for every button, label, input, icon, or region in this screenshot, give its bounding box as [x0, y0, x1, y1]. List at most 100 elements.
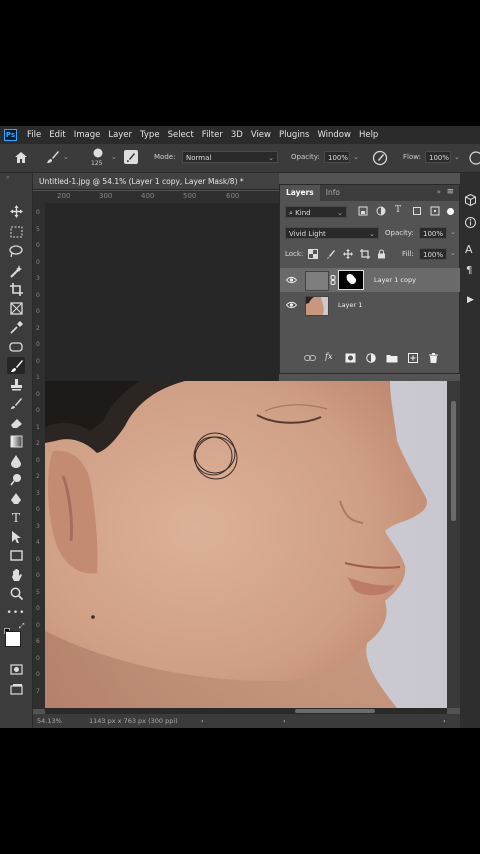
zoom-level[interactable]: 54.13%	[37, 717, 62, 725]
chain-link-icon[interactable]	[330, 275, 336, 287]
quick-mask-icon[interactable]	[7, 661, 25, 678]
dodge-tool-icon[interactable]	[7, 471, 25, 488]
panel-menu-icon[interactable]: ≡	[446, 187, 454, 197]
filter-pixel-icon[interactable]	[358, 206, 368, 218]
eyedropper-tool-icon[interactable]	[7, 319, 25, 336]
menu-filter[interactable]: Filter	[198, 130, 227, 140]
flow-field[interactable]: 100%	[425, 151, 451, 163]
menu-select[interactable]: Select	[164, 130, 198, 140]
spot-healing-tool-icon[interactable]	[7, 338, 25, 355]
new-layer-icon[interactable]	[408, 353, 418, 365]
filter-adjustment-icon[interactable]	[376, 206, 386, 218]
brush-settings-icon[interactable]	[124, 150, 138, 164]
menu-edit[interactable]: Edit	[45, 130, 69, 140]
lock-image-pixels-icon[interactable]	[326, 249, 336, 261]
brush-tool-icon-active[interactable]	[7, 357, 25, 374]
brush-tool-icon[interactable]	[46, 150, 60, 166]
add-mask-icon[interactable]	[345, 353, 356, 365]
new-group-icon[interactable]	[386, 353, 398, 365]
clone-stamp-tool-icon[interactable]	[7, 376, 25, 393]
menu-plugins[interactable]: Plugins	[275, 130, 313, 140]
fill-field[interactable]: 100%	[419, 248, 447, 260]
lock-all-icon[interactable]	[377, 249, 386, 261]
trash-icon[interactable]	[429, 353, 438, 365]
marquee-tool-icon[interactable]	[7, 223, 25, 240]
zoom-tool-icon[interactable]	[7, 585, 25, 602]
status-scroll-right-icon[interactable]: ›	[443, 717, 446, 725]
visibility-eye-icon[interactable]	[285, 276, 298, 286]
actions-panel-icon[interactable]: ▶	[467, 295, 474, 305]
opacity-chevron-icon[interactable]: ⌄	[353, 153, 359, 161]
lock-artboard-icon[interactable]	[360, 249, 370, 261]
more-tools-icon[interactable]: •••	[7, 604, 25, 621]
menu-image[interactable]: Image	[70, 130, 105, 140]
swap-colors-icon[interactable]: ⤢	[19, 622, 25, 631]
paragraph-panel-icon[interactable]: ¶	[466, 265, 472, 276]
tab-info[interactable]: Info	[320, 185, 346, 201]
opacity-field[interactable]: 100%	[324, 151, 350, 163]
layer-mask-thumbnail[interactable]	[338, 270, 364, 290]
filter-toggle-icon[interactable]	[447, 208, 454, 215]
type-tool-icon[interactable]: T	[7, 509, 25, 526]
lock-position-icon[interactable]	[343, 249, 353, 261]
frame-tool-icon[interactable]	[7, 300, 25, 317]
menu-window[interactable]: Window	[313, 130, 355, 140]
ruler-horizontal[interactable]: 200 300 400 500 600	[33, 191, 279, 203]
fill-chevron-icon[interactable]: ⌄	[450, 249, 456, 257]
pen-tool-icon[interactable]	[7, 490, 25, 507]
layer-opacity-field[interactable]: 100%	[419, 227, 447, 239]
brush-chevron-icon[interactable]: ⌄	[111, 153, 117, 161]
home-icon[interactable]	[14, 151, 28, 166]
layer-row-layer-1[interactable]: Layer 1	[280, 293, 461, 317]
foreground-color-swatch[interactable]	[5, 631, 21, 647]
filter-smart-object-icon[interactable]	[430, 206, 440, 218]
layer-opacity-chevron-icon[interactable]: ⌄	[450, 228, 456, 236]
tab-layers[interactable]: Layers	[280, 185, 320, 201]
layer-row-layer-1-copy[interactable]: Layer 1 copy	[280, 268, 461, 292]
canvas-pasteboard[interactable]	[45, 203, 279, 381]
ruler-vertical[interactable]: 0 5 0 0 3 0 0 2 0 0 1 0 0 1 2 0 2 3 0 3 4 0 0 5 0 0 6 0 0 7	[33, 203, 45, 709]
character-panel-icon[interactable]: A	[465, 243, 473, 256]
lock-transparent-pixels-icon[interactable]	[308, 249, 318, 261]
filter-type-icon[interactable]: T	[395, 205, 401, 215]
fx-icon[interactable]: fx	[325, 352, 332, 361]
airbrush-icon[interactable]	[469, 150, 480, 168]
status-arrow-icon[interactable]: ›	[201, 717, 204, 725]
ps-logo[interactable]: Ps	[4, 129, 17, 141]
visibility-eye-icon[interactable]	[285, 301, 298, 311]
scroll-thumb[interactable]	[295, 709, 375, 713]
document-canvas-photo[interactable]	[45, 381, 447, 708]
menu-file[interactable]: File	[23, 130, 45, 140]
blend-mode-select[interactable]: Vivid Light ⌄	[285, 227, 379, 239]
menu-layer[interactable]: Layer	[104, 130, 136, 140]
menu-type[interactable]: Type	[136, 130, 164, 140]
move-tool-icon[interactable]	[7, 203, 25, 220]
flow-chevron-icon[interactable]: ⌄	[454, 153, 460, 161]
crop-tool-icon[interactable]	[7, 281, 25, 298]
adjustment-layer-icon[interactable]	[366, 353, 376, 365]
screen-mode-icon[interactable]	[7, 680, 25, 697]
history-brush-tool-icon[interactable]	[7, 395, 25, 412]
status-scroll-left-icon[interactable]: ‹	[283, 717, 286, 725]
magic-wand-tool-icon[interactable]	[7, 262, 25, 279]
menu-view[interactable]: View	[247, 130, 275, 140]
hand-tool-icon[interactable]	[7, 566, 25, 583]
document-tab[interactable]: Untitled-1.jpg @ 54.1% (Layer 1 copy, La…	[33, 173, 279, 190]
rectangle-tool-icon[interactable]	[7, 547, 25, 564]
brush-preset-picker[interactable]: 125	[88, 147, 108, 169]
filter-shape-icon[interactable]	[412, 206, 422, 218]
vertical-scrollbar[interactable]	[447, 381, 460, 708]
mode-select[interactable]: Normal ⌄	[182, 151, 278, 163]
menu-3d[interactable]: 3D	[227, 130, 247, 140]
gradient-tool-icon[interactable]	[7, 433, 25, 450]
3d-cube-icon[interactable]	[465, 191, 476, 210]
link-icon[interactable]	[304, 354, 316, 364]
panel-collapse-icon[interactable]: »	[437, 188, 441, 196]
layer-filter-select[interactable]: ⌕ Kind ⌄	[285, 206, 347, 218]
blur-tool-icon[interactable]	[7, 452, 25, 469]
tool-preset-chevron-icon[interactable]: ⌄	[63, 153, 69, 161]
path-selection-tool-icon[interactable]	[7, 528, 25, 545]
menu-help[interactable]: Help	[355, 130, 382, 140]
learn-icon[interactable]	[465, 213, 476, 232]
pressure-opacity-icon[interactable]	[372, 150, 388, 168]
